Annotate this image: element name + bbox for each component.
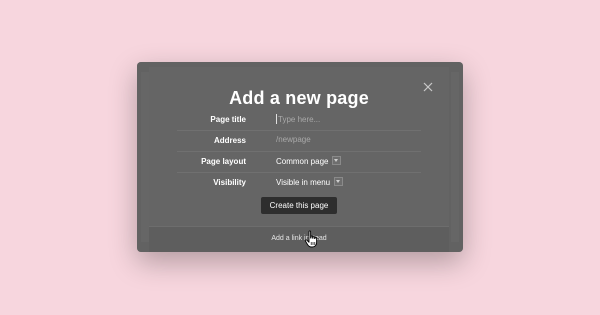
page-layout-label: Page layout: [201, 157, 246, 166]
page-layout-select[interactable]: Common page: [276, 156, 342, 166]
chevron-down-icon[interactable]: [332, 156, 342, 165]
visibility-label: Visibility: [213, 178, 246, 187]
address-input[interactable]: /newpage: [276, 135, 311, 144]
visibility-row: Visibility Visible in menu: [177, 173, 421, 193]
stage: Add a new page Page title Address /newpa…: [0, 0, 600, 315]
page-title-label: Page title: [210, 115, 246, 124]
chevron-down-icon[interactable]: [334, 177, 344, 186]
hand-pointer-icon: [304, 230, 318, 248]
page-layout-row: Page layout Common page: [177, 152, 421, 173]
add-page-dialog: Add a new page Page title Address /newpa…: [149, 67, 449, 252]
dialog-footer: Add a link instead: [149, 226, 449, 252]
create-page-button[interactable]: Create this page: [261, 197, 337, 214]
add-link-instead-link[interactable]: Add a link instead: [149, 235, 449, 242]
address-row: Address /newpage: [177, 131, 421, 152]
visibility-select[interactable]: Visible in menu: [276, 177, 344, 187]
dialog-title: Add a new page: [229, 88, 369, 108]
page-layout-value: Common page: [276, 157, 329, 166]
page-title-field-wrap: [276, 114, 428, 124]
text-caret: [276, 114, 277, 124]
address-label: Address: [213, 136, 246, 145]
new-page-form: Page title Address /newpage Page layout …: [177, 110, 428, 193]
visibility-value: Visible in menu: [276, 178, 331, 187]
page-title-row: Page title: [177, 110, 428, 131]
page-title-input[interactable]: [278, 115, 428, 124]
app-window: Add a new page Page title Address /newpa…: [137, 62, 463, 252]
